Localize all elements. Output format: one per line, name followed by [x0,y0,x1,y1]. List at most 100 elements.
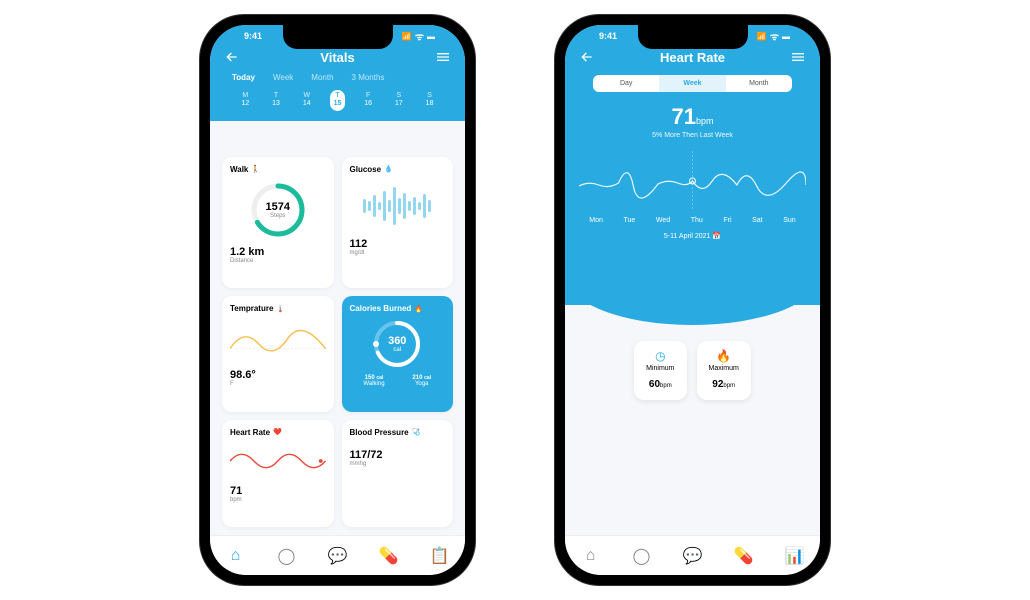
temp-value: 98.6° [230,369,326,381]
nav-chat-icon[interactable]: 💬 [329,547,347,565]
status-bar: 9:41 [224,25,451,47]
hr-subtitle: 5% More Then Last Week [579,132,806,139]
hr-mini-chart [230,443,326,479]
date-range[interactable]: 5-11 April 2021 📅 [579,232,806,240]
nav-pills-icon-2[interactable]: 💊 [735,547,753,565]
seg-week[interactable]: Week [659,75,725,92]
week-label-mon[interactable]: Mon [589,217,603,224]
nav-profile-icon-2[interactable]: ◯ [633,547,651,565]
nav-chat-icon-2[interactable]: 💬 [684,547,702,565]
temperature-card[interactable]: Temprature🌡️ 98.6° F [222,296,334,411]
vitals-header: 9:41 Vitals Today Week Month 3 Months M1… [210,25,465,121]
wifi-icon-2 [770,29,779,43]
week-label-tue[interactable]: Tue [623,217,635,224]
hr-big-unit: bpm [696,116,714,126]
min-card[interactable]: ◷ Minimum 60bpm [634,341,686,400]
bp-icon: 🩺 [412,428,421,436]
back-icon-2[interactable] [579,49,595,65]
menu-icon-2[interactable] [790,49,806,65]
glucose-card[interactable]: Glucose💧 112 mg/dl [342,157,454,288]
segment-control: Day Week Month [593,75,792,92]
min-label: Minimum [646,365,674,372]
walk-distance: 1.2 km [230,246,326,258]
calendar-icon: 📅 [712,233,721,240]
screen-heart-rate: 9:41 Heart Rate Day Week Month 71bpm 5% … [565,25,820,575]
status-bar-2: 9:41 [579,25,806,47]
signal-icon [402,31,412,41]
tab-week[interactable]: Week [273,73,293,82]
week-label-sat[interactable]: Sat [752,217,763,224]
min-value: 60 [649,379,660,390]
max-card[interactable]: 🔥 Maximum 92bpm [697,341,751,400]
day-15[interactable]: T15 [330,90,346,111]
walk-steps-label: Steps [266,213,290,219]
glucose-unit: mg/dl [350,250,446,256]
vitals-grid[interactable]: Walk🚶 1574Steps 1.2 km Distance Glucose💧… [210,121,465,535]
nav-home-icon[interactable]: ⌂ [227,547,245,565]
phone-vitals: 9:41 Vitals Today Week Month 3 Months M1… [200,15,475,585]
week-label-thu[interactable]: Thu [691,217,703,224]
flame-icon: 🔥 [414,305,423,313]
page-title: Vitals [320,50,354,65]
day-13[interactable]: T13 [268,90,284,111]
status-time: 9:41 [244,31,262,41]
thermometer-icon: 🌡️ [276,305,285,313]
temp-unit: F [230,381,326,387]
flame-max-icon: 🔥 [709,349,739,363]
glucose-title: Glucose💧 [350,165,446,174]
nav-clipboard-icon[interactable]: 📋 [431,547,449,565]
calories-card[interactable]: Calories Burned🔥 360cal 150 calWalking21… [342,296,454,411]
hr-summary: 71bpm 5% More Then Last Week [579,104,806,139]
walk-distance-label: Distance [230,258,326,264]
hr-week-chart [579,151,806,211]
period-tabs: Today Week Month 3 Months [224,67,451,86]
temp-chart [230,319,326,363]
glucose-chart [350,182,446,230]
phone-heart-rate: 9:41 Heart Rate Day Week Month 71bpm 5% … [555,15,830,585]
hr-value: 71 [230,485,326,497]
hr-page-title: Heart Rate [660,50,725,65]
tab-today[interactable]: Today [232,73,255,82]
seg-day[interactable]: Day [593,75,659,92]
day-17[interactable]: S17 [391,90,407,111]
walk-card[interactable]: Walk🚶 1574Steps 1.2 km Distance [222,157,334,288]
calories-unit: cal [388,347,406,353]
bp-unit: mmhg [350,461,446,467]
seg-month[interactable]: Month [726,75,792,92]
day-14[interactable]: W14 [299,90,315,111]
week-label-wed[interactable]: Wed [656,217,670,224]
week-label-fri[interactable]: Fri [723,217,731,224]
calories-value: 360 [388,335,406,347]
back-icon[interactable] [224,49,240,65]
menu-icon[interactable] [435,49,451,65]
tab-3months[interactable]: 3 Months [352,73,385,82]
bp-title: Blood Pressure🩺 [350,428,446,437]
nav-stats-icon-2[interactable]: 📊 [786,547,804,565]
nav-row-2: Heart Rate [579,47,806,67]
temp-title: Temprature🌡️ [230,304,326,313]
heart-rate-card[interactable]: Heart Rate❤️ 71 bpm [222,420,334,527]
nav-pills-icon[interactable]: 💊 [380,547,398,565]
nav-home-icon-2[interactable]: ⌂ [582,547,600,565]
day-16[interactable]: F16 [360,90,376,111]
day-12[interactable]: M12 [237,90,253,111]
max-unit: bpm [723,383,735,389]
heart-icon: ❤️ [273,428,282,436]
bottom-nav: ⌂ ◯ 💬 💊 📋 [210,535,465,575]
max-value: 92 [712,379,723,390]
walk-title: Walk🚶 [230,165,326,174]
screen-vitals: 9:41 Vitals Today Week Month 3 Months M1… [210,25,465,575]
week-label-sun[interactable]: Sun [783,217,795,224]
status-icons [402,29,435,43]
bp-value: 117/72 [350,449,446,461]
calories-title: Calories Burned🔥 [350,304,446,313]
battery-icon [427,31,435,41]
status-time-2: 9:41 [599,31,617,41]
day-selector: M12 T13 W14 T15 F16 S17 S18 [224,86,451,113]
min-unit: bpm [660,383,672,389]
nav-profile-icon[interactable]: ◯ [278,547,296,565]
day-18[interactable]: S18 [422,90,438,111]
tab-month[interactable]: Month [311,73,333,82]
blood-pressure-card[interactable]: Blood Pressure🩺 117/72 mmhg [342,420,454,527]
wifi-icon [415,29,424,43]
